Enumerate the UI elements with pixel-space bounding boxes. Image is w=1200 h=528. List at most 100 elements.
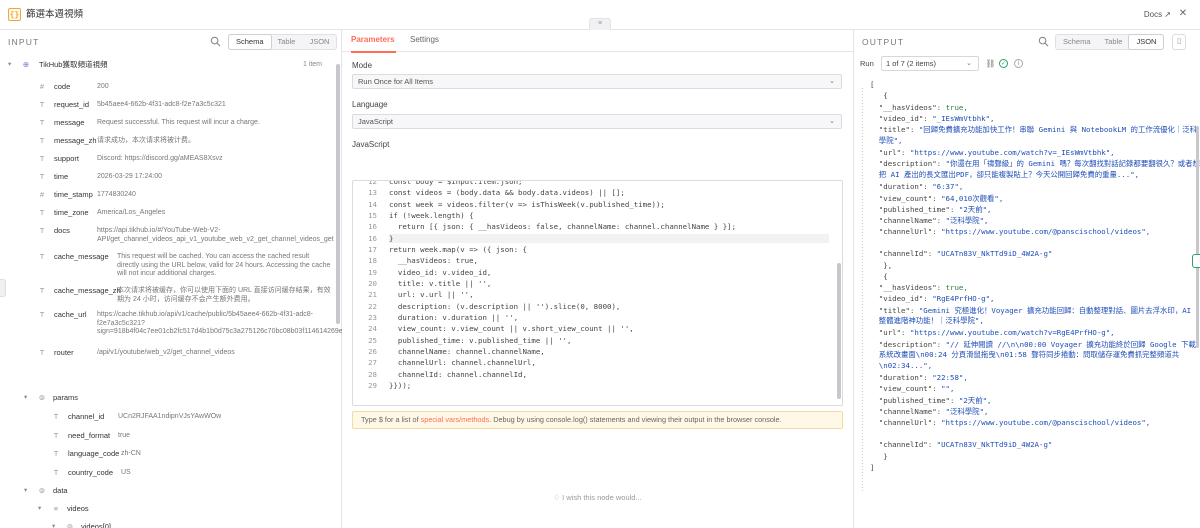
json-key: "title" <box>878 125 910 135</box>
tree-row[interactable]: Tdocs https://api.tikhub.io/#/YouTube-Web… <box>0 224 334 246</box>
code-line[interactable]: } <box>389 234 829 243</box>
field-key[interactable]: code <box>54 80 70 94</box>
tree-row[interactable]: Tneed_format true <box>0 429 334 443</box>
field-key[interactable]: channel_id <box>68 410 104 424</box>
tree-row[interactable]: Tchannel_id UCn2RJFAA1ndipnVJsYAwWOw <box>0 410 334 424</box>
output-view-json[interactable]: JSON <box>1128 34 1165 50</box>
code-line[interactable]: __hasVideos: true, <box>389 256 478 265</box>
field-key[interactable]: time_zone <box>54 206 89 220</box>
code-line[interactable]: channelId: channel.channelId, <box>389 370 527 379</box>
output-connector-handle[interactable] <box>1192 254 1200 268</box>
output-view-schema[interactable]: Schema <box>1056 35 1098 49</box>
code-line[interactable]: if (!week.length) { <box>389 211 474 220</box>
tree-row[interactable]: Trequest_id 5b45aee4-662b-4f31-adc8-f2e7a… <box>0 98 334 112</box>
code-scrollbar[interactable] <box>837 263 841 399</box>
code-line[interactable]: duration: v.duration || '', <box>389 313 518 322</box>
field-key[interactable]: time_stamp <box>54 188 93 202</box>
output-view-table[interactable]: Table <box>1098 35 1130 49</box>
output-scrollbar[interactable] <box>1196 126 1199 348</box>
collapse-caret-icon[interactable]: ▾ <box>38 502 41 516</box>
tree-group-row[interactable]: ▾ ⊚ params <box>0 391 334 405</box>
link-icon[interactable]: ⛓ <box>985 58 996 69</box>
field-key[interactable]: router <box>54 346 74 360</box>
code-editor[interactable]: 12 const body = $input.item.json; 13 const … <box>352 180 843 406</box>
tree-row[interactable]: Ttime_zone America/Los_Angeles <box>0 206 334 220</box>
code-line[interactable]: const body = $input.item.json; <box>389 181 523 186</box>
code-line[interactable]: }})); <box>389 381 411 390</box>
tab-parameters[interactable]: Parameters <box>351 35 395 44</box>
run-select[interactable]: 1 of 7 (2 items) ⌄ <box>881 56 979 71</box>
tree-row[interactable]: # time_stamp 1774830240 <box>0 188 334 202</box>
collapse-caret-icon[interactable]: ▾ <box>52 520 55 528</box>
tree-row[interactable]: Tcache_url https://cache.tikhub.io/api/v1… <box>0 308 349 344</box>
tree-row[interactable]: Tmessage_zh 请求成功，本次请求将被计费。 <box>0 134 334 148</box>
code-line[interactable]: view_count: v.view_count || v.short_view… <box>389 324 634 333</box>
field-key[interactable]: country_code <box>68 466 113 480</box>
tree-row[interactable]: Tsupport Discord: https://discord.gg/aMEA… <box>0 152 334 166</box>
language-select[interactable]: JavaScript ⌄ <box>352 114 842 129</box>
collapse-caret-icon[interactable]: ▾ <box>8 58 11 72</box>
json-value: "6:37", <box>932 181 964 191</box>
code-line[interactable]: published_time: v.published_time || '', <box>389 336 572 345</box>
left-panel-handle[interactable] <box>0 279 6 297</box>
code-line[interactable]: channelUrl: channel.channelUrl, <box>389 358 536 367</box>
json-line: "channelId": "UCATn83V_NkTTd9iD_4W2A-g" <box>879 440 1053 449</box>
collapse-caret-icon[interactable]: ▾ <box>24 391 27 405</box>
code-line[interactable]: const videos = (body.data && body.data.v… <box>389 188 625 197</box>
feedback-link[interactable]: ♢ I wish this node would... <box>342 493 853 502</box>
code-line[interactable]: return week.map(v => ({ json: { <box>389 245 527 254</box>
field-key[interactable]: data <box>53 484 68 498</box>
tree-row[interactable]: Tmessage Request successful. This request… <box>0 116 334 130</box>
info-icon[interactable]: i <box>1014 59 1023 68</box>
field-value: https://cache.tikhub.io/api/v1/cache/pub… <box>97 311 349 335</box>
field-key[interactable]: language_code <box>68 447 119 461</box>
special-vars-link[interactable]: special vars/methods <box>421 415 490 424</box>
collapse-caret-icon[interactable]: ▾ <box>24 484 27 498</box>
search-icon[interactable] <box>1038 36 1049 47</box>
field-key[interactable]: request_id <box>54 98 89 112</box>
input-scrollbar[interactable] <box>336 64 340 324</box>
field-key[interactable]: params <box>53 391 78 405</box>
field-key[interactable]: time <box>54 170 68 184</box>
field-key[interactable]: support <box>54 152 79 166</box>
tree-root-row[interactable]: ▾ ⊕ TikHub獲取頻道視頻 1 item <box>0 58 334 72</box>
search-icon[interactable] <box>210 36 221 47</box>
field-key[interactable]: cache_message_zh <box>54 284 121 298</box>
close-icon[interactable]: ✕ <box>1176 7 1190 21</box>
tree-group-row[interactable]: ▾ ⊚ videos[0] <box>0 520 334 528</box>
node-title[interactable]: 篩選本週視頻 <box>26 8 83 22</box>
code-line[interactable]: title: v.title || '', <box>389 279 491 288</box>
mode-select[interactable]: Run Once for All Items ⌄ <box>352 74 842 89</box>
tree-row[interactable]: # code 200 <box>0 80 334 94</box>
tree-group-row[interactable]: ▾ ⊚ data <box>0 484 334 498</box>
tree-row[interactable]: Tlanguage_code zh-CN <box>0 447 334 461</box>
field-key[interactable]: videos <box>67 502 89 516</box>
drag-handle[interactable]: ≡ <box>589 18 611 30</box>
field-key[interactable]: cache_url <box>54 308 87 322</box>
tree-row[interactable]: Ttime 2026-03-29 17:24:00 <box>0 170 334 184</box>
edit-output-icon[interactable]: ▯ <box>1172 34 1186 50</box>
code-line[interactable]: url: v.url || '', <box>389 290 474 299</box>
code-line[interactable]: return [{ json: { __hasVideos: false, ch… <box>389 222 736 231</box>
docs-link[interactable]: Docs ↗ <box>1144 9 1171 21</box>
json-colon: : <box>936 216 946 226</box>
field-key[interactable]: message_zh <box>54 134 97 148</box>
tree-row[interactable]: Tcountry_code US <box>0 466 334 480</box>
field-key[interactable]: need_format <box>68 429 110 443</box>
tree-row[interactable]: Trouter/api/v1/youtube/web_v2/get_channe… <box>0 346 334 360</box>
code-line[interactable]: description: (v.description || '').slice… <box>389 302 621 311</box>
field-key[interactable]: videos[0] <box>81 520 111 528</box>
tab-settings[interactable]: Settings <box>410 35 439 44</box>
input-view-json[interactable]: JSON <box>302 35 336 49</box>
field-key[interactable]: cache_message <box>54 250 109 264</box>
tree-row[interactable]: Tcache_message This request will be cache… <box>0 250 334 280</box>
code-line[interactable]: const week = videos.filter(v => isThisWe… <box>389 200 665 209</box>
code-line[interactable]: video_id: v.video_id, <box>389 268 491 277</box>
field-key[interactable]: message <box>54 116 84 130</box>
code-line[interactable]: channelName: channel.channelName, <box>389 347 545 356</box>
field-key[interactable]: docs <box>54 224 70 238</box>
input-view-schema[interactable]: Schema <box>228 34 272 50</box>
tree-row[interactable]: Tcache_message_zh 本次请求将被缓存，你可以使用下面的 URL 直… <box>0 284 334 306</box>
tree-group-row[interactable]: ▾ ≡ videos <box>0 502 334 516</box>
input-view-table[interactable]: Table <box>271 35 303 49</box>
